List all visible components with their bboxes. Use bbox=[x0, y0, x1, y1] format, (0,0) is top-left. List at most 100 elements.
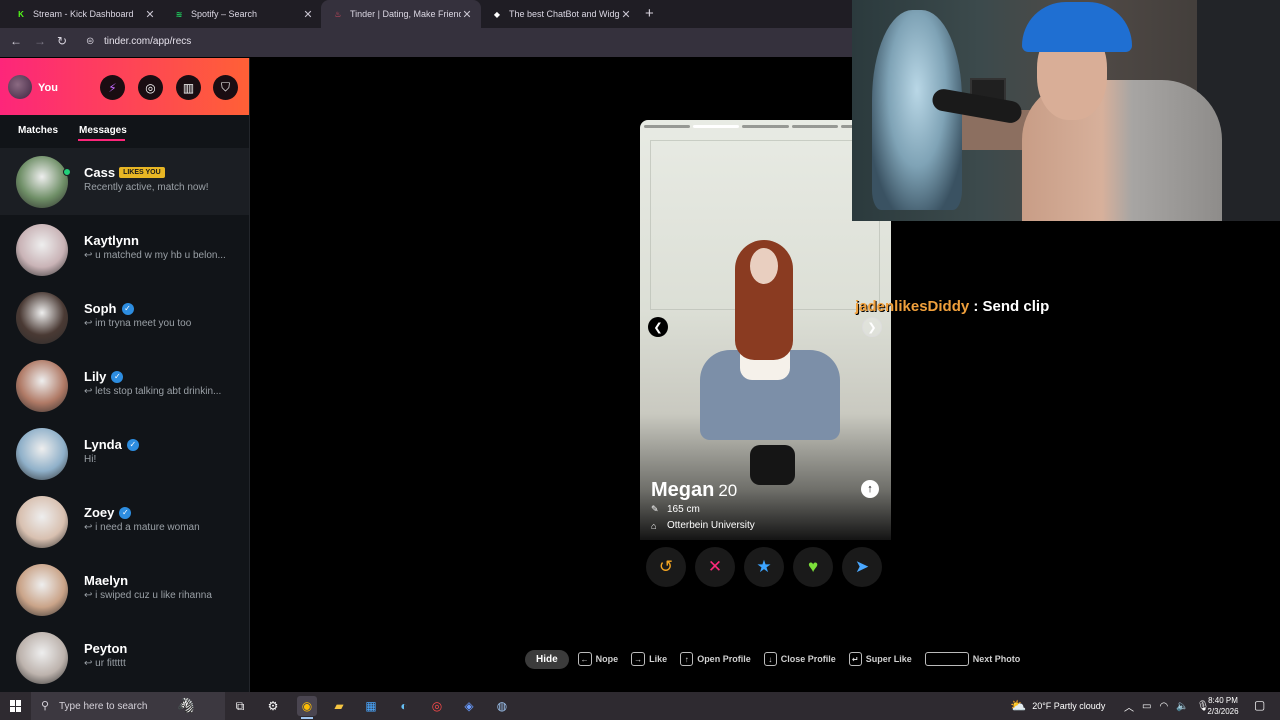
back-icon[interactable]: ← bbox=[10, 34, 22, 48]
rewind-button[interactable]: ↺ bbox=[646, 547, 686, 587]
microsoft-store-icon[interactable]: ▦ bbox=[361, 696, 381, 716]
wifi-icon[interactable]: ◠ bbox=[1159, 701, 1168, 712]
obs-icon[interactable]: ◈ bbox=[459, 696, 479, 716]
settings-gear-icon[interactable]: ⚙ bbox=[263, 696, 283, 716]
avatar[interactable] bbox=[16, 156, 68, 208]
graduation-cap-icon: ⌂ bbox=[651, 520, 657, 531]
verified-badge-icon: ✓ bbox=[119, 506, 132, 519]
close-tab-icon[interactable]: ✕ bbox=[461, 8, 473, 21]
conversation-preview: Recently active, match now! bbox=[84, 182, 209, 193]
avatar[interactable] bbox=[16, 428, 68, 480]
file-explorer-icon[interactable]: ▰ bbox=[329, 696, 349, 716]
conversation-name: Cass bbox=[84, 165, 116, 180]
conversation-item[interactable]: Zoey ✓ ↩ i need a mature woman bbox=[0, 488, 249, 555]
app-icon[interactable]: ◎ bbox=[427, 696, 447, 716]
conversation-preview: ↩ i need a mature woman bbox=[84, 522, 200, 533]
windows-start-icon[interactable] bbox=[10, 700, 22, 712]
keyboard-hint-label: Like bbox=[649, 654, 668, 664]
sidebar-header: You ⚡ ◎ ▥ ⛉ bbox=[0, 58, 249, 115]
like-button[interactable]: ♥ bbox=[793, 547, 833, 587]
tray-chevron-icon[interactable]: ︿ bbox=[1124, 699, 1134, 714]
avatar[interactable] bbox=[16, 564, 68, 616]
explore-icon[interactable]: ◎ bbox=[138, 75, 163, 100]
site-info-icon[interactable]: ⊜ bbox=[86, 36, 94, 47]
forward-icon[interactable]: → bbox=[34, 34, 46, 48]
task-view-icon[interactable]: ⧉ bbox=[230, 696, 250, 716]
conversation-preview: ↩ im tryna meet you too bbox=[84, 318, 192, 329]
conversation-name-row: Lynda ✓ bbox=[84, 437, 139, 452]
avatar[interactable] bbox=[16, 496, 68, 548]
chrome-icon[interactable]: ◉ bbox=[297, 696, 317, 719]
shop-icon[interactable]: ▥ bbox=[176, 75, 201, 100]
avatar[interactable] bbox=[16, 632, 68, 684]
conversation-item[interactable]: Soph ✓ ↩ im tryna meet you too bbox=[0, 284, 249, 351]
avatar[interactable] bbox=[8, 75, 32, 99]
conversation-item[interactable]: Kaytlynn ↩ u matched w my hb u belon... bbox=[0, 216, 249, 283]
conversation-name: Zoey bbox=[84, 505, 115, 520]
volume-icon[interactable]: 🔈 bbox=[1176, 701, 1188, 712]
conversation-name: Soph bbox=[84, 301, 117, 316]
steam-icon[interactable]: ◐ bbox=[394, 696, 414, 716]
browser-tab[interactable]: ≋ Spotify – Search ✕ bbox=[162, 0, 322, 28]
browser-tab-bar: K Stream - Kick Dashboard ✕ ≋ Spotify – Sear… bbox=[0, 0, 852, 28]
conversation-item[interactable]: Peyton ↩ ur fittttt bbox=[0, 624, 249, 691]
verified-badge-icon: ✓ bbox=[126, 438, 139, 451]
close-tab-icon[interactable]: ✕ bbox=[144, 8, 156, 21]
keyboard-key-icon: ↵ bbox=[848, 652, 862, 666]
close-tab-icon[interactable]: ✕ bbox=[302, 8, 314, 21]
browser-tab[interactable]: ♨ Tinder | Dating, Make Friends &✕ bbox=[321, 0, 481, 28]
nope-button[interactable]: ✕ bbox=[695, 547, 735, 587]
taskbar-search-placeholder: Type here to search bbox=[59, 700, 148, 712]
open-profile-button[interactable]: ↑ bbox=[861, 480, 879, 498]
keyboard-hint: → Like bbox=[631, 652, 667, 666]
reload-icon[interactable]: ↻ bbox=[57, 34, 67, 48]
notifications-icon[interactable]: ▢ bbox=[1254, 698, 1265, 712]
profile-link[interactable]: You bbox=[38, 82, 58, 94]
hide-hints-button[interactable]: Hide bbox=[525, 649, 569, 669]
conversation-item[interactable]: Lynda ✓ Hi! bbox=[0, 420, 249, 487]
photo-progress-segment bbox=[742, 125, 789, 128]
conversation-item[interactable]: Lily ✓ ↩ lets stop talking abt drinkin... bbox=[0, 352, 249, 419]
previous-photo-button[interactable]: ❮ bbox=[648, 317, 668, 337]
avatar[interactable] bbox=[16, 292, 68, 344]
keyboard-key-icon: → bbox=[631, 652, 646, 666]
keyboard-hint-label: Nope bbox=[595, 654, 619, 664]
tab-matches[interactable]: Matches bbox=[18, 125, 58, 136]
profile-name-text: Megan bbox=[651, 479, 715, 501]
safety-shield-icon[interactable]: ⛉ bbox=[213, 75, 238, 100]
browser-tab[interactable]: ◆ The best ChatBot and Widgets ✕ bbox=[480, 0, 640, 28]
taskbar-search[interactable]: ⚲ Type here to search 🦓 bbox=[31, 692, 225, 720]
keyboard-hint-label: Open Profile bbox=[697, 654, 751, 664]
conversation-name: Maelyn bbox=[84, 573, 129, 588]
conversation-name: Kaytlynn bbox=[84, 233, 139, 248]
tab-messages[interactable]: Messages bbox=[79, 125, 127, 136]
verified-badge-icon: ✓ bbox=[111, 370, 124, 383]
conversation-item[interactable]: Cass LIKES YOU Recently active, match now! bbox=[0, 148, 249, 215]
clock[interactable]: 8:40 PM 2/3/2026 bbox=[1200, 695, 1246, 717]
system-tray: ︿ ▭ ◠ 🔈 🎙 bbox=[1124, 692, 1209, 720]
new-tab-button[interactable]: + bbox=[645, 5, 654, 22]
conversation-item[interactable]: Maelyn ↩ i swiped cuz u like rihanna bbox=[0, 556, 249, 623]
keyboard-hint: ← Nope bbox=[577, 652, 619, 666]
keyboard-hint: ↑ Open Profile bbox=[680, 652, 751, 666]
photo-figure-face bbox=[750, 248, 778, 284]
next-photo-button[interactable]: ❯ bbox=[862, 317, 882, 337]
online-status-dot bbox=[63, 168, 71, 176]
browser-tab-title: Spotify – Search bbox=[191, 9, 258, 19]
profile-school-row: ⌂ Otterbein University bbox=[651, 520, 755, 531]
browser-tab[interactable]: K Stream - Kick Dashboard ✕ bbox=[4, 0, 164, 28]
weather-widget[interactable]: ⛅ 20°F Partly cloudy bbox=[1010, 692, 1105, 720]
conversation-name-row: Peyton bbox=[84, 641, 127, 656]
avatar[interactable] bbox=[16, 224, 68, 276]
network-icon[interactable]: ▭ bbox=[1142, 701, 1151, 712]
avatar[interactable] bbox=[16, 360, 68, 412]
likes-you-badge: LIKES YOU bbox=[119, 167, 165, 178]
super-like-button[interactable]: ★ bbox=[744, 547, 784, 587]
url-field[interactable]: tinder.com/app/recs bbox=[104, 36, 191, 47]
profile-height-row: ✎ 165 cm bbox=[651, 504, 700, 515]
boost-icon[interactable]: ⚡ bbox=[100, 75, 125, 100]
botrix-icon: ◆ bbox=[493, 9, 501, 19]
close-tab-icon[interactable]: ✕ bbox=[620, 8, 632, 21]
boost-button[interactable]: ➤ bbox=[842, 547, 882, 587]
app-icon-2[interactable]: ◍ bbox=[492, 696, 512, 716]
